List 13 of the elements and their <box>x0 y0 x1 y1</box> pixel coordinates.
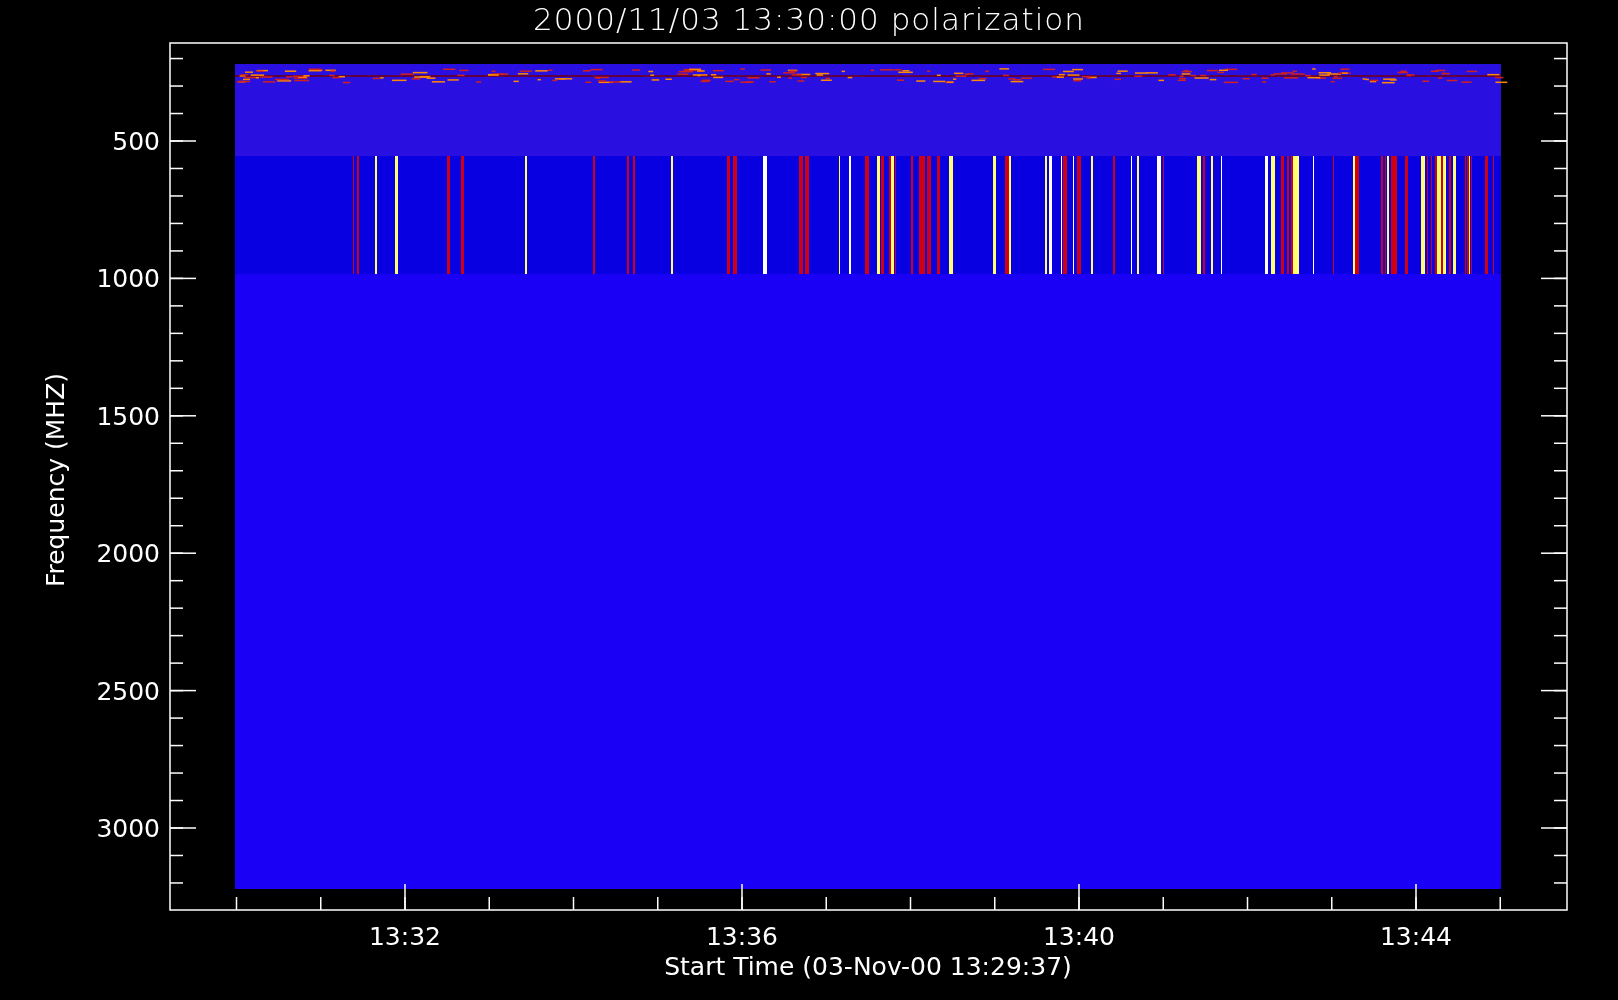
y-tick-label: 3000 <box>96 814 160 843</box>
y-tick-label: 1000 <box>96 264 160 294</box>
y-tick-label: 500 <box>112 127 160 156</box>
y-tick-label: 2500 <box>96 676 160 706</box>
y-tick-label: 2000 <box>96 539 160 569</box>
chart-title: 2000/11/03 13:30:00 polarization <box>533 1 1085 37</box>
y-axis-label: Frequency (MHZ) <box>41 372 70 588</box>
x-tick-label: 13:40 <box>1043 922 1115 951</box>
x-tick-label: 13:32 <box>369 922 441 951</box>
x-tick-label: 13:44 <box>1380 922 1452 951</box>
x-tick-label: 13:36 <box>706 922 778 951</box>
y-tick-label: 1500 <box>96 401 160 431</box>
x-axis-label: Start Time (03-Nov-00 13:29:37) <box>664 952 1072 981</box>
